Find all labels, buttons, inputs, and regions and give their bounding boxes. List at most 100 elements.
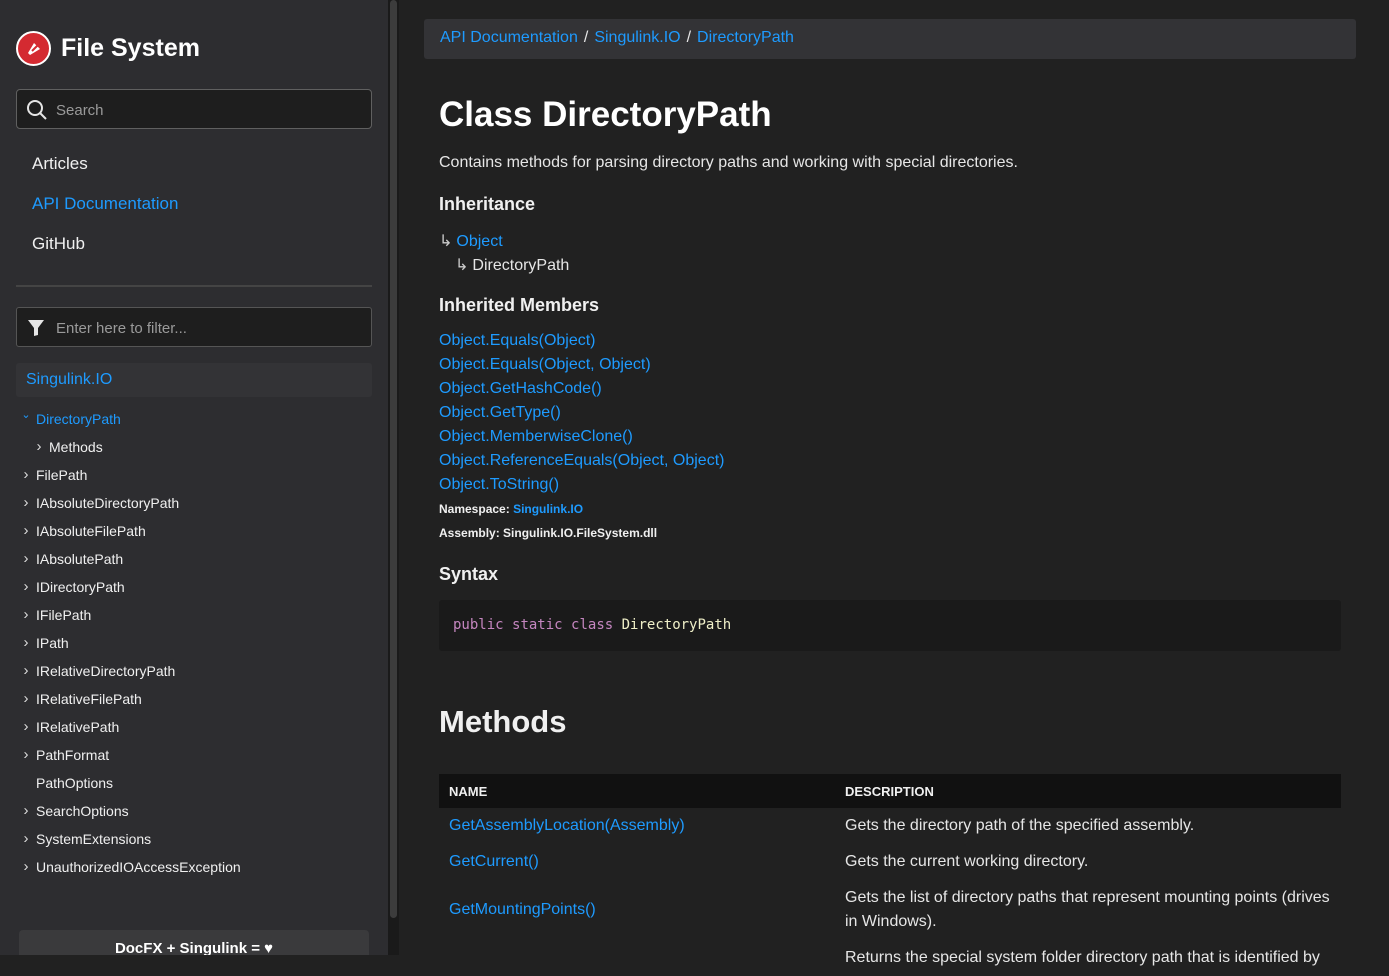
namespace-link[interactable]: Singulink.IO: [513, 502, 583, 516]
filter-input[interactable]: [54, 308, 358, 348]
chevron-right-icon[interactable]: ›: [20, 629, 32, 657]
filter-icon: [28, 320, 44, 336]
inheritance-link-object[interactable]: Object: [456, 233, 502, 250]
inherited-member-link[interactable]: Object.GetHashCode(): [439, 378, 724, 402]
toc-item-label: SystemExtensions: [36, 831, 152, 847]
class-summary: Contains methods for parsing directory p…: [439, 154, 1018, 171]
brand-logo-icon: [16, 31, 51, 66]
table-header-row: NAME DESCRIPTION: [439, 774, 1341, 808]
sidebar-scrollbar-thumb[interactable]: [390, 0, 397, 918]
toc-item-label: IPath: [36, 635, 69, 651]
method-link[interactable]: [439, 940, 835, 976]
toc-item-label: IAbsolutePath: [36, 551, 124, 567]
inherited-member-link[interactable]: Object.MemberwiseClone(): [439, 426, 724, 450]
inheritance-heading: Inheritance: [439, 194, 536, 214]
brand[interactable]: File System: [16, 31, 200, 66]
method-description: Gets the current working directory.: [845, 853, 1089, 870]
nav-item-github[interactable]: GitHub: [32, 230, 178, 270]
assembly-info: Assembly: Singulink.IO.FileSystem.dll: [439, 526, 657, 540]
toc-item-label: IDirectoryPath: [36, 579, 125, 595]
method-description: Gets the list of directory paths that re…: [845, 889, 1330, 930]
chevron-right-icon[interactable]: ›: [20, 573, 32, 601]
inheritance-arrow-icon: ↳: [439, 233, 453, 250]
chevron-right-icon[interactable]: ›: [20, 601, 32, 629]
breadcrumb-separator: /: [686, 29, 692, 46]
method-link[interactable]: GetMountingPoints(): [439, 880, 835, 940]
toc-item-label: SearchOptions: [36, 803, 129, 819]
column-header-description: DESCRIPTION: [835, 774, 1341, 808]
breadcrumb-separator: /: [583, 29, 589, 46]
chevron-right-icon[interactable]: ›: [33, 433, 45, 461]
inherited-member-link[interactable]: Object.GetType(): [439, 402, 724, 426]
sidebar-scrollbar[interactable]: [388, 0, 399, 955]
namespace-label: Namespace:: [439, 502, 510, 516]
toc-item-label: IAbsoluteFilePath: [36, 523, 146, 539]
code-identifier: DirectoryPath: [621, 617, 732, 633]
footer-card: DocFX + Singulink = ♥: [19, 930, 369, 955]
toc-item-label: DirectoryPath: [36, 411, 121, 427]
chevron-right-icon[interactable]: ›: [20, 853, 32, 881]
search-box[interactable]: [16, 89, 372, 130]
inherited-member-link[interactable]: Object.Equals(Object, Object): [439, 354, 724, 378]
toc-item-label: IAbsoluteDirectoryPath: [36, 495, 180, 511]
toc-item-label: IRelativeDirectoryPath: [36, 663, 176, 679]
method-link[interactable]: GetAssemblyLocation(Assembly): [439, 808, 835, 844]
chevron-down-icon[interactable]: ⌄: [20, 401, 32, 429]
chevron-right-icon[interactable]: ›: [20, 461, 32, 489]
inherited-members-heading: Inherited Members: [439, 295, 600, 315]
sidebar: File System Articles API Documentation G…: [0, 0, 388, 955]
inheritance-item: ↳ Object: [439, 231, 503, 251]
search-icon: [27, 100, 47, 120]
breadcrumb: API Documentation / Singulink.IO / Directory…: [424, 19, 1356, 59]
toc-item-label: FilePath: [36, 467, 88, 483]
table-row: GetMountingPoints() Gets the list of dir…: [439, 880, 1341, 940]
inherited-member-link[interactable]: Object.ToString(): [439, 474, 724, 498]
chevron-right-icon[interactable]: ›: [20, 741, 32, 769]
inheritance-arrow-icon: ↳: [455, 257, 469, 274]
assembly-label: Assembly:: [439, 526, 500, 540]
chevron-right-icon[interactable]: ›: [20, 797, 32, 825]
app-title: File System: [61, 34, 200, 62]
toc-item-label: IRelativePath: [36, 719, 120, 735]
inherited-members-list: Object.Equals(Object) Object.Equals(Obje…: [439, 330, 724, 498]
footer-text: DocFX + Singulink = ♥: [114, 940, 274, 955]
inherited-member-link[interactable]: Object.ReferenceEquals(Object, Object): [439, 450, 724, 474]
chevron-right-icon[interactable]: ›: [20, 545, 32, 573]
methods-table: NAME DESCRIPTION GetAssemblyLocation(Ass…: [439, 774, 1341, 976]
toc-item-label: PathOptions: [36, 775, 114, 791]
method-link[interactable]: GetCurrent(): [439, 844, 835, 880]
syntax-heading: Syntax: [439, 564, 499, 584]
methods-heading: Methods: [439, 704, 567, 739]
chevron-right-icon[interactable]: ›: [20, 489, 32, 517]
inheritance-item: ↳ DirectoryPath: [455, 255, 569, 275]
method-description: Gets the directory path of the specified…: [845, 817, 1195, 834]
chevron-right-icon[interactable]: ›: [20, 825, 32, 853]
chevron-right-icon[interactable]: ›: [20, 713, 32, 741]
inheritance-current: DirectoryPath: [472, 257, 570, 274]
table-row: GetCurrent() Gets the current working di…: [439, 844, 1341, 880]
breadcrumb-item[interactable]: Singulink.IO: [594, 29, 680, 46]
inherited-member-link[interactable]: Object.Equals(Object): [439, 330, 724, 354]
namespace-info: Namespace: Singulink.IO: [439, 502, 583, 516]
toc-namespace[interactable]: Singulink.IO: [16, 363, 372, 397]
chevron-right-icon[interactable]: ›: [20, 685, 32, 713]
table-row: Returns the special system folder direct…: [439, 940, 1341, 976]
code-keyword: class: [571, 617, 614, 633]
code-keyword: public: [453, 617, 504, 633]
nav-item-api-documentation[interactable]: API Documentation: [32, 190, 178, 230]
column-header-name: NAME: [439, 774, 835, 808]
search-input[interactable]: [54, 90, 358, 130]
chevron-right-icon[interactable]: ›: [20, 517, 32, 545]
toc-item-label: IFilePath: [36, 607, 92, 623]
breadcrumb-item[interactable]: API Documentation: [440, 29, 578, 46]
top-nav: Articles API Documentation GitHub: [32, 150, 178, 270]
toc-item-label: PathFormat: [36, 747, 110, 763]
filter-box[interactable]: [16, 307, 372, 348]
syntax-code-block: public static class DirectoryPath: [439, 600, 1341, 651]
code-keyword: static: [512, 617, 563, 633]
table-row: GetAssemblyLocation(Assembly) Gets the d…: [439, 808, 1341, 844]
chevron-right-icon[interactable]: ›: [20, 657, 32, 685]
nav-item-articles[interactable]: Articles: [32, 150, 178, 190]
breadcrumb-item[interactable]: DirectoryPath: [697, 29, 794, 46]
toc-item-label: IRelativeFilePath: [36, 691, 142, 707]
